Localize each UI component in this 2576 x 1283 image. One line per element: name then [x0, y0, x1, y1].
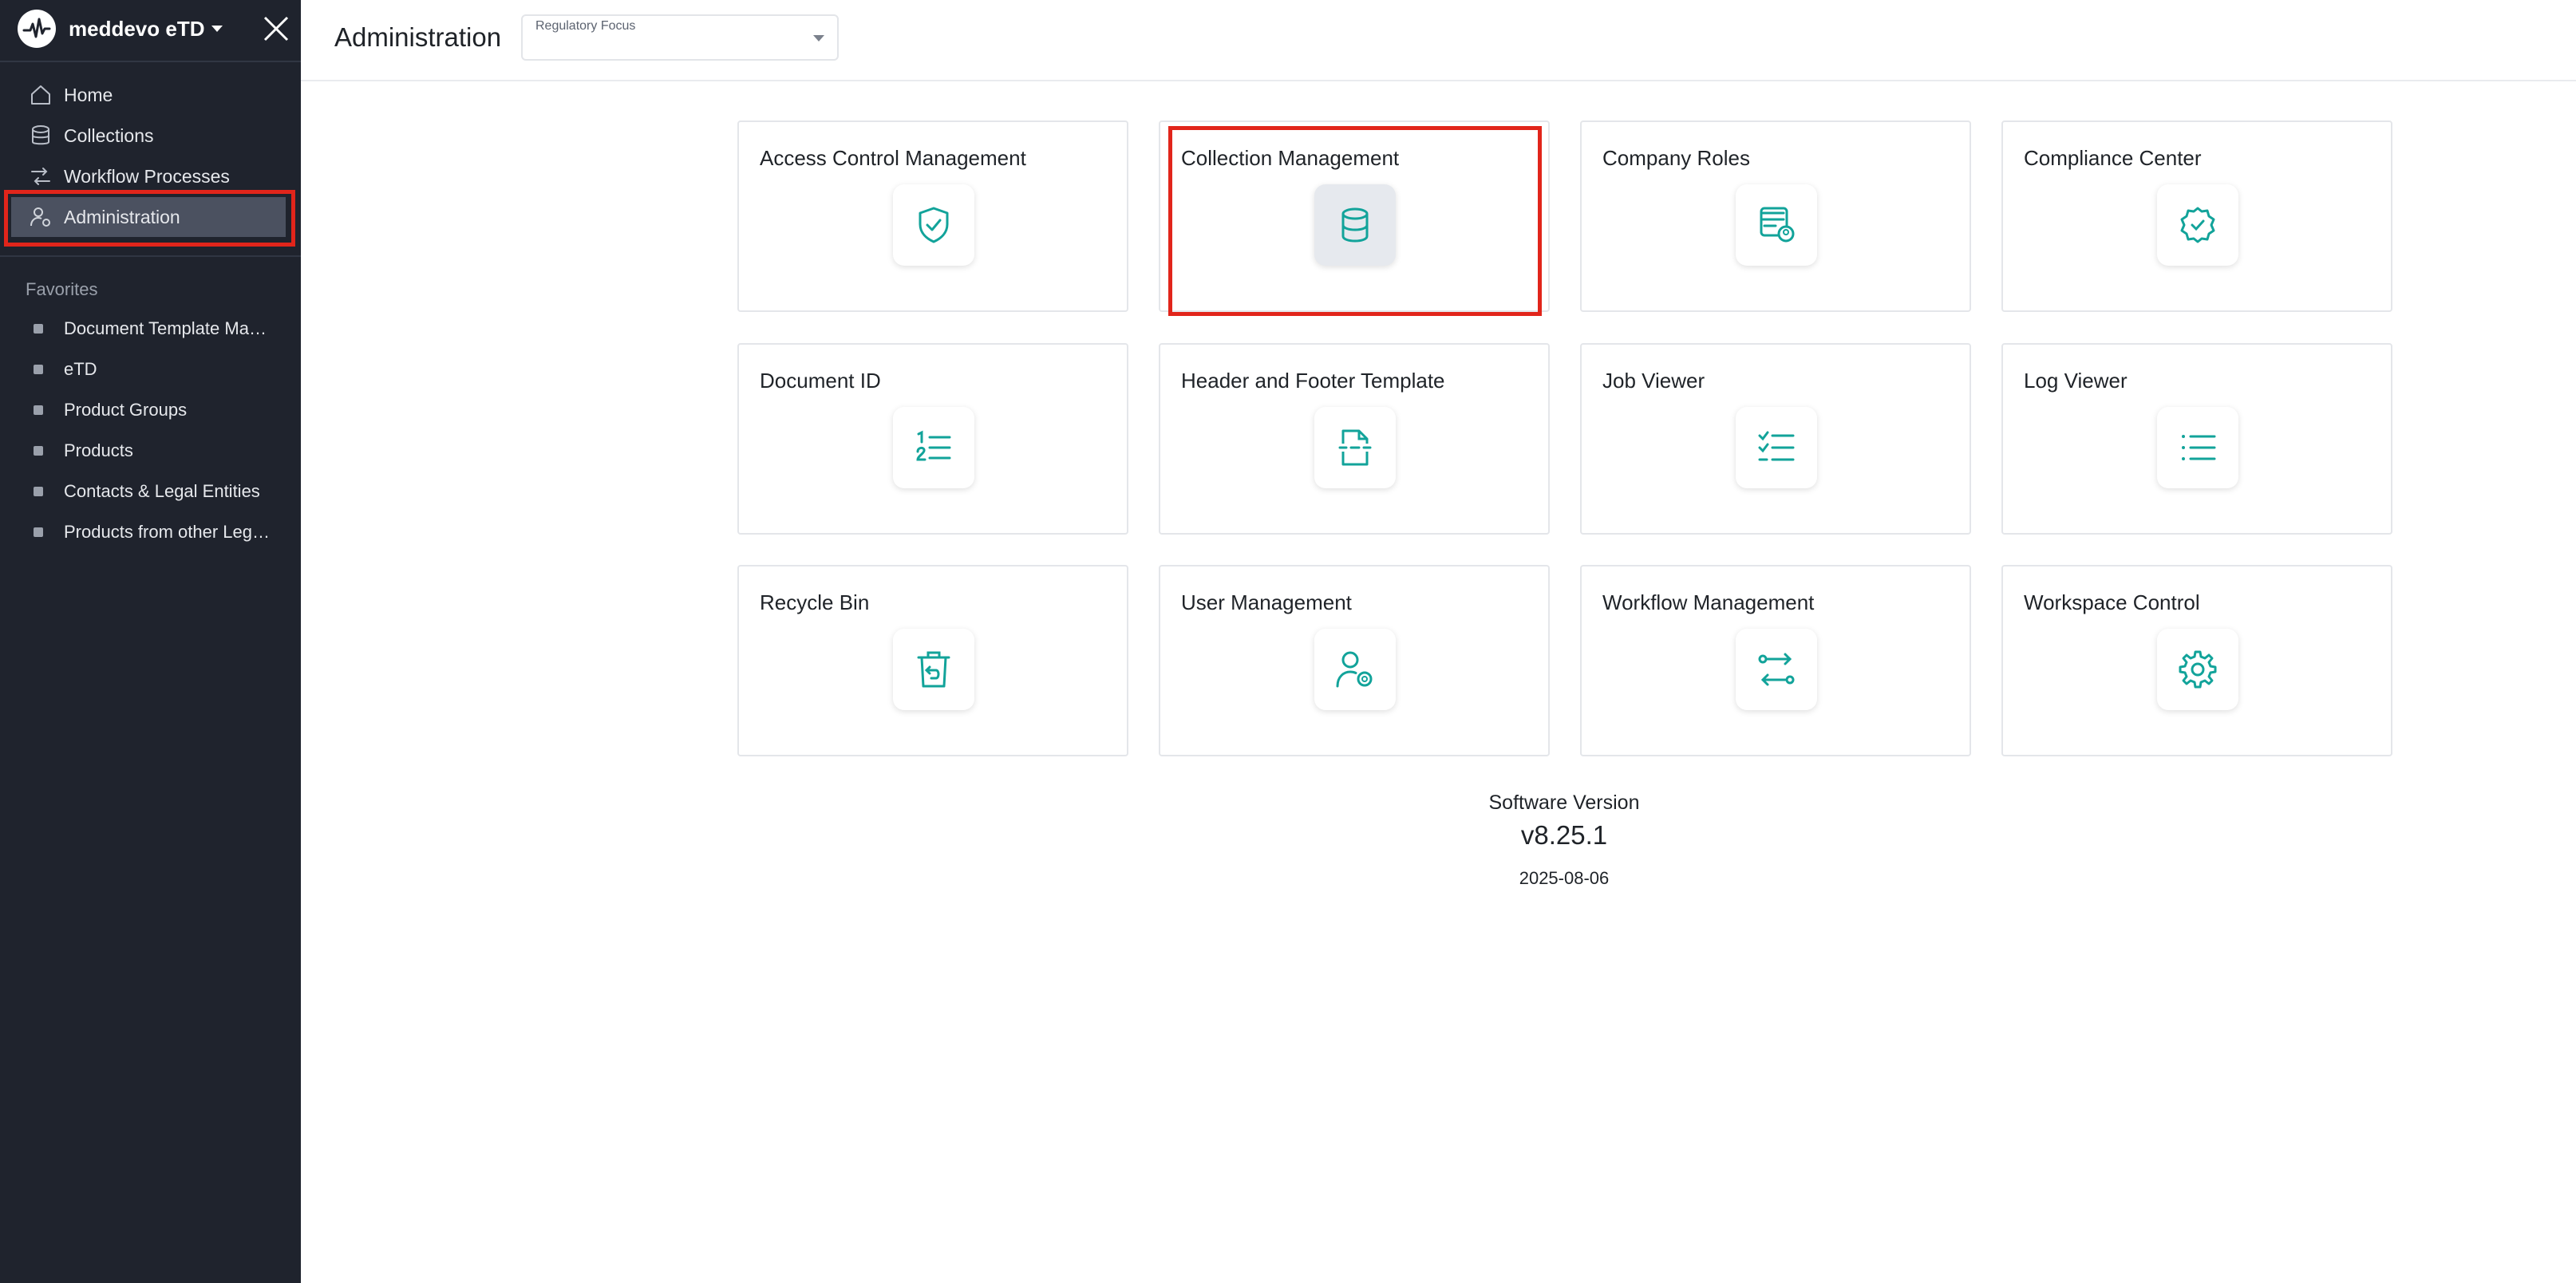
- home-icon: [27, 81, 54, 109]
- card-icon-button[interactable]: [2157, 407, 2238, 488]
- file-template-icon: [1338, 429, 1372, 466]
- card-title: Collection Management: [1181, 146, 1400, 170]
- user-settings-icon: [1336, 651, 1373, 688]
- user-settings-icon: [27, 203, 54, 231]
- workflow-icon: [27, 163, 54, 190]
- app-name: meddevo eTD: [69, 16, 205, 41]
- card-icon-button[interactable]: [1314, 407, 1396, 488]
- favorite-item[interactable]: eTD: [11, 349, 286, 389]
- card-title: Header and Footer Template: [1181, 369, 1445, 393]
- gear-icon: [2179, 650, 2217, 689]
- badge-check-icon: [2180, 207, 2215, 243]
- bullet-icon: [34, 487, 43, 496]
- card-icon-button[interactable]: [2157, 629, 2238, 710]
- favorite-label: Products from other Legal Entities: [64, 522, 271, 542]
- page-title: Administration: [334, 22, 502, 52]
- shield-check-icon: [919, 207, 949, 243]
- sidebar: meddevo eTD Home Collections Workflow Pr…: [0, 0, 301, 1283]
- card-user-management[interactable]: User Management: [1159, 565, 1550, 756]
- sidebar-item-label: Workflow Processes: [64, 165, 230, 187]
- card-title: Company Roles: [1602, 146, 1750, 170]
- card-icon-button[interactable]: [1736, 184, 1817, 266]
- sidebar-item-collections[interactable]: Collections: [11, 116, 286, 156]
- favorite-label: Contacts & Legal Entities: [64, 481, 260, 501]
- sidebar-item-label: Home: [64, 84, 113, 105]
- card-icon-button[interactable]: [1314, 629, 1396, 710]
- chevron-down-icon: [813, 35, 824, 41]
- checklist-icon: [1758, 431, 1795, 461]
- sidebar-item-administration[interactable]: Administration: [11, 197, 286, 237]
- database-icon: [1341, 207, 1369, 243]
- roles-icon: [1760, 207, 1795, 243]
- app-switcher[interactable]: meddevo eTD: [18, 10, 223, 48]
- close-sidebar-button[interactable]: [262, 14, 290, 43]
- sidebar-item-home[interactable]: Home: [11, 75, 286, 115]
- card-title: Document ID: [760, 369, 881, 393]
- close-icon: [263, 16, 289, 41]
- card-title: User Management: [1181, 590, 1352, 614]
- database-icon: [27, 122, 54, 149]
- card-access-control-management[interactable]: Access Control Management: [737, 120, 1128, 312]
- card-company-roles[interactable]: Company Roles: [1580, 120, 1971, 312]
- chevron-down-icon: [211, 26, 223, 32]
- card-header-and-footer-template[interactable]: Header and Footer Template: [1159, 343, 1550, 535]
- favorite-item[interactable]: Products: [11, 431, 286, 471]
- card-recycle-bin[interactable]: Recycle Bin: [737, 565, 1128, 756]
- regulatory-focus-label: Regulatory Focus: [535, 19, 636, 33]
- card-workflow-management[interactable]: Workflow Management: [1580, 565, 1971, 756]
- software-version-date: 2025-08-06: [1519, 868, 1610, 888]
- card-workspace-control[interactable]: Workspace Control: [2001, 565, 2392, 756]
- card-collection-management[interactable]: Collection Management: [1159, 120, 1550, 312]
- card-icon-button[interactable]: [2157, 184, 2238, 266]
- bullet-icon: [34, 446, 43, 456]
- bullet-icon: [34, 405, 43, 415]
- regulatory-focus-select[interactable]: Regulatory Focus: [521, 14, 839, 61]
- card-title: Job Viewer: [1602, 369, 1705, 393]
- card-icon-button[interactable]: [893, 629, 974, 710]
- favorite-label: eTD: [64, 359, 97, 379]
- software-version-label: Software Version: [1488, 792, 1640, 814]
- favorites-heading: Favorites: [26, 279, 98, 299]
- card-compliance-center[interactable]: Compliance Center: [2001, 120, 2392, 312]
- card-title: Access Control Management: [760, 146, 1026, 170]
- sidebar-item-label: Administration: [64, 206, 180, 227]
- favorite-label: Document Template Management: [64, 318, 271, 338]
- sidebar-divider: [0, 61, 301, 62]
- bullet-icon: [34, 365, 43, 374]
- card-icon-button[interactable]: [893, 407, 974, 488]
- trash-restore-icon: [917, 651, 950, 688]
- card-icon-button[interactable]: [1736, 629, 1817, 710]
- favorite-label: Product Groups: [64, 400, 188, 420]
- top-bar: Administration Regulatory Focus: [301, 0, 2576, 81]
- card-log-viewer[interactable]: Log Viewer: [2001, 343, 2392, 535]
- favorite-label: Products: [64, 440, 133, 460]
- card-title: Workspace Control: [2024, 590, 2200, 614]
- bullet-icon: [34, 324, 43, 334]
- card-document-id[interactable]: Document ID: [737, 343, 1128, 535]
- card-title: Recycle Bin: [760, 590, 870, 614]
- workflow-icon: [1758, 653, 1795, 686]
- list-icon: [2182, 435, 2216, 460]
- bullet-icon: [34, 527, 43, 537]
- favorite-item[interactable]: Product Groups: [11, 390, 286, 430]
- card-icon-button[interactable]: [893, 184, 974, 266]
- favorite-item[interactable]: Document Template Management: [11, 309, 286, 349]
- card-title: Compliance Center: [2024, 146, 2202, 170]
- sidebar-item-workflow-processes[interactable]: Workflow Processes: [11, 156, 286, 196]
- favorite-item[interactable]: Products from other Legal Entities: [11, 512, 286, 552]
- card-title: Log Viewer: [2024, 369, 2128, 393]
- app-logo: [18, 10, 56, 48]
- card-title: Workflow Management: [1602, 590, 1815, 614]
- software-version-number: v8.25.1: [1520, 820, 1608, 850]
- sidebar-divider: [0, 255, 301, 257]
- card-job-viewer[interactable]: Job Viewer: [1580, 343, 1971, 535]
- sidebar-item-label: Collections: [64, 124, 154, 146]
- numbered-list-icon: [916, 430, 951, 461]
- favorite-item[interactable]: Contacts & Legal Entities: [11, 472, 286, 511]
- card-icon-button[interactable]: [1736, 407, 1817, 488]
- card-icon-button[interactable]: [1314, 184, 1396, 266]
